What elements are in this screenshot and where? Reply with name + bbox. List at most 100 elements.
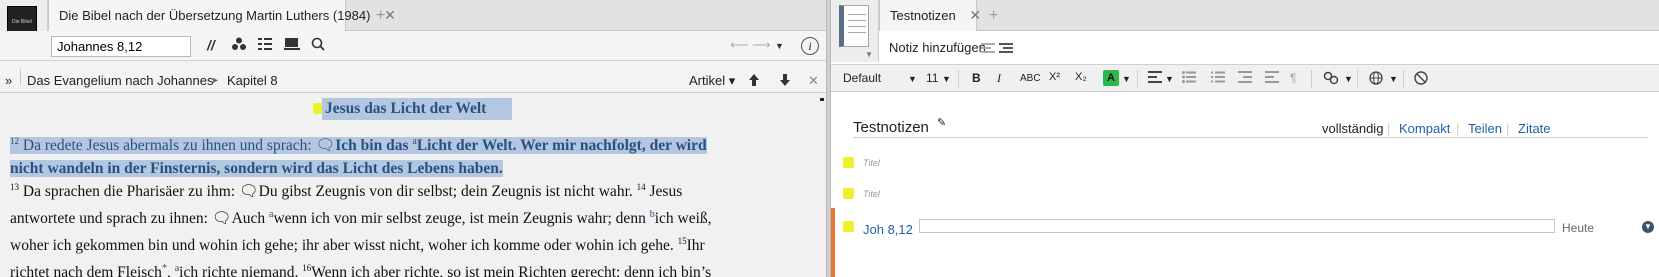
verse-12-bold-c: nicht wandeln in der Finsternis, sondern… (10, 160, 503, 178)
font-select[interactable]: Default (843, 71, 881, 85)
verse-text: Wenn ich aber richte, so ist mein Richte… (311, 264, 712, 277)
verse-text: ich weiß, (654, 210, 712, 228)
note-options-icon[interactable]: ▼ (1642, 221, 1654, 233)
add-tab-icon[interactable]: + (376, 0, 385, 31)
scrollbar[interactable] (818, 94, 826, 277)
italic-button[interactable]: I (997, 71, 1001, 86)
add-tab-icon[interactable]: + (989, 0, 998, 31)
divider: | (1387, 121, 1391, 136)
verse-12-bold-b: Licht der Welt. Wer mir nachfolgt, der w… (416, 137, 707, 155)
arrow-down-icon[interactable] (779, 73, 791, 90)
tab-notes[interactable]: Testnotizen ✕ (879, 0, 981, 31)
chevron-down-icon[interactable]: ▼ (1389, 74, 1398, 84)
bible-pane: Die Bibel nach der Übersetzung Martin Lu… (0, 0, 826, 277)
chevron-down-icon[interactable]: ▼ (908, 74, 917, 84)
book-view-icon[interactable] (284, 37, 300, 54)
speech-icon: 🗨 (211, 210, 232, 228)
breadcrumb: » Das Evangelium nach Johannes ▸ Kapitel… (0, 67, 826, 93)
close-icon[interactable]: ✕ (969, 7, 981, 23)
divider (20, 69, 21, 85)
tab-bible[interactable]: Die Bibel nach der Übersetzung Martin Lu… (48, 0, 396, 31)
bullet-list-icon[interactable] (1182, 71, 1196, 86)
edit-pencil-icon[interactable]: ✎ (937, 116, 946, 129)
info-icon[interactable]: i (801, 37, 819, 55)
notebook-title[interactable]: Testnotizen (853, 119, 929, 136)
verse-text: wenn ich von mir selbst zeuge, ist mein … (273, 210, 650, 228)
align-left-icon[interactable] (1148, 71, 1162, 86)
verse-text: antwortete und sprach zu ihnen: (10, 210, 212, 228)
visual-filter-icon[interactable] (232, 37, 246, 54)
formatting-toolbar: Default ▼ 11 ▼ B I ABC X² X₂ A ▼ ▼ ¶ ▼ ▼ (831, 64, 1659, 92)
verses-13-16[interactable]: 13 Da sprachen die Pharisäer zu ihm: 🗨Du… (10, 176, 800, 277)
clear-format-icon[interactable] (1414, 71, 1428, 88)
verse-text: ich richte niemand. (179, 264, 303, 277)
chevron-down-icon: ▼ (865, 50, 873, 59)
tab-bible-label: Die Bibel nach der Übersetzung Martin Lu… (59, 8, 371, 23)
divider: | (1506, 121, 1510, 136)
breadcrumb-chapter[interactable]: Kapitel 8 (227, 73, 278, 88)
note-reference-link[interactable]: Joh 8,12 (863, 222, 913, 237)
citations-link[interactable]: Zitate (1518, 121, 1551, 136)
indent-icon[interactable] (1265, 71, 1279, 86)
chevron-down-icon[interactable]: ▼ (1165, 74, 1174, 84)
verse-text: Du gibst Zeugnis von dir selbst; dein Ze… (258, 183, 637, 201)
chevron-down-icon[interactable]: ▼ (1122, 74, 1131, 84)
view-full[interactable]: vollständig (1322, 121, 1383, 136)
note-title-placeholder[interactable]: Titel (863, 158, 880, 168)
verse-text: Auch (231, 210, 270, 228)
close-icon[interactable]: ✕ (808, 73, 819, 89)
search-icon[interactable] (311, 37, 325, 54)
scrollbar-thumb[interactable] (820, 98, 824, 101)
verse-number: 16 (302, 263, 312, 274)
speech-icon: 🗨 (238, 183, 259, 201)
add-note-button[interactable]: Notiz hinzufügen (889, 40, 986, 55)
bold-button[interactable]: B (972, 71, 981, 85)
note-date: Heute (1562, 221, 1595, 235)
notebook-icon (839, 5, 869, 47)
indent-toggle-icon[interactable] (981, 41, 1015, 56)
subscript-button[interactable]: X₂ (1075, 71, 1087, 83)
text-color-button[interactable]: A (1103, 70, 1119, 86)
verse-text: Ihr (686, 237, 705, 255)
chevron-down-icon[interactable]: ▼ (942, 74, 951, 84)
bible-text-area[interactable]: Jesus das Licht der Welt 12 Da redete Je… (0, 94, 826, 277)
paragraph-icon[interactable]: ¶ (1290, 71, 1296, 85)
link-icon[interactable] (1323, 71, 1339, 88)
forward-arrow-icon[interactable]: ⟶ (752, 37, 771, 53)
share-link[interactable]: Teilen (1468, 121, 1502, 136)
superscript-button[interactable]: X² (1049, 71, 1060, 83)
view-compact[interactable]: Kompakt (1399, 121, 1450, 136)
verse-text: Jesus (645, 183, 683, 201)
expand-panel-icon[interactable]: » (5, 73, 12, 88)
breadcrumb-book[interactable]: Das Evangelium nach Johannes (27, 73, 213, 88)
outdent-icon[interactable] (1238, 71, 1252, 86)
globe-icon[interactable] (1369, 71, 1383, 88)
verse-number: 12 (10, 136, 19, 146)
smallcaps-button[interactable]: ABC (1020, 73, 1041, 84)
highlight-marker-icon (843, 157, 854, 168)
verse-12-bold-a: Ich bin das (335, 137, 413, 155)
numbered-list-icon[interactable] (1211, 71, 1225, 86)
title-underline (853, 137, 1648, 138)
verse-number: 14 (636, 182, 646, 192)
history-dropdown-icon[interactable]: ▼ (775, 41, 784, 51)
font-size-select[interactable]: 11 (926, 71, 938, 85)
parallel-icon[interactable]: // (207, 37, 215, 53)
verse-12[interactable]: 12 Da redete Jesus abermals zu ihnen und… (10, 130, 800, 180)
divider: | (1456, 121, 1460, 136)
right-tab-bar: Testnotizen ✕ + (831, 0, 1659, 31)
notebook-thumbnail[interactable]: ▼ (831, 0, 879, 62)
note-content-field[interactable] (919, 219, 1555, 233)
reader-toolbar: // ⟵ ⟶ ▼ i (0, 31, 826, 61)
verse-number: 13 (10, 182, 19, 192)
close-icon[interactable]: ✕ (384, 7, 396, 23)
back-arrow-icon[interactable]: ⟵ (730, 37, 749, 53)
layout-icon[interactable] (258, 37, 272, 54)
verse-text: richtet nach dem Fleisch (10, 264, 162, 277)
reference-input[interactable] (51, 36, 191, 57)
artikel-dropdown[interactable]: Artikel ▾ (689, 73, 735, 89)
chevron-down-icon[interactable]: ▼ (1344, 74, 1353, 84)
verse-text: woher ich gekommen bin und wohin ich geh… (10, 237, 678, 255)
note-title-placeholder[interactable]: Titel (863, 189, 880, 199)
arrow-up-icon[interactable] (748, 73, 760, 90)
